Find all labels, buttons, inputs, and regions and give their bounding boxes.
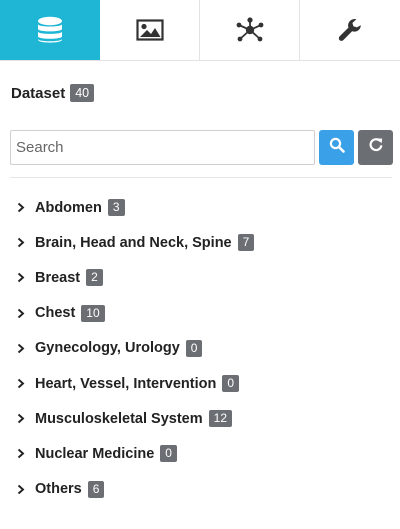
list-item-abdomen[interactable]: Abdomen 3 [0,190,400,225]
list-item-gynecology-urology[interactable]: Gynecology, Urology 0 [0,331,400,366]
count-badge: 3 [107,199,125,217]
tab-images[interactable] [100,0,200,60]
list-item-label: Breast [35,269,81,286]
chevron-right-icon [17,483,27,495]
search-button[interactable] [319,130,354,165]
chevron-right-icon [17,342,27,354]
list-item-label: Gynecology, Urology [35,340,180,357]
list-item-label: Heart, Vessel, Intervention [35,375,217,392]
list-item-nuclear-medicine[interactable]: Nuclear Medicine 0 [0,436,400,471]
dataset-count-badge: 40 [70,84,95,102]
count-badge: 10 [81,304,105,322]
list-item-label: Abdomen [35,199,102,216]
count-badge: 0 [160,445,177,463]
search-icon [329,137,345,158]
list-item-label: Musculoskeletal System [35,410,203,427]
list-item-label: Nuclear Medicine [35,445,155,462]
list-item-breast[interactable]: Breast 2 [0,260,400,295]
count-badge: 7 [237,234,255,252]
tab-network[interactable] [200,0,300,60]
count-badge: 0 [185,339,203,357]
chevron-right-icon [17,272,27,284]
refresh-icon [368,137,384,158]
tab-dataset[interactable] [0,0,100,60]
wrench-icon [337,17,363,43]
list-item-musculoskeletal-system[interactable]: Musculoskeletal System 12 [0,401,400,436]
chevron-right-icon [17,237,27,249]
search-input[interactable] [10,130,315,165]
search-bar [10,130,395,165]
category-list: Abdomen 3 Brain, Head and Neck, Spine 7 … [0,190,400,507]
reset-button[interactable] [358,130,393,165]
chevron-right-icon [17,413,27,425]
list-item-others[interactable]: Others 6 [0,472,400,507]
list-item-brain-head-neck-spine[interactable]: Brain, Head and Neck, Spine 7 [0,225,400,260]
image-icon [135,19,164,41]
database-icon [37,16,63,44]
count-badge: 12 [208,410,232,428]
list-item-label: Others [35,481,82,498]
dataset-title: Dataset [11,84,66,102]
count-badge: 2 [86,269,103,287]
count-badge: 6 [87,480,105,498]
count-badge: 0 [222,375,240,393]
dataset-header: Dataset 40 [11,83,95,103]
list-item-heart-vessel-intervention[interactable]: Heart, Vessel, Intervention 0 [0,366,400,401]
chevron-right-icon [17,448,27,460]
list-item-label: Brain, Head and Neck, Spine [35,234,232,251]
tab-tools[interactable] [300,0,400,60]
list-item-label: Chest [35,305,76,322]
chevron-right-icon [17,307,27,319]
chevron-right-icon [17,378,27,390]
chevron-right-icon [17,202,27,214]
divider [10,177,392,178]
network-icon [235,17,265,43]
tab-bar [0,0,400,61]
list-item-chest[interactable]: Chest 10 [0,296,400,331]
